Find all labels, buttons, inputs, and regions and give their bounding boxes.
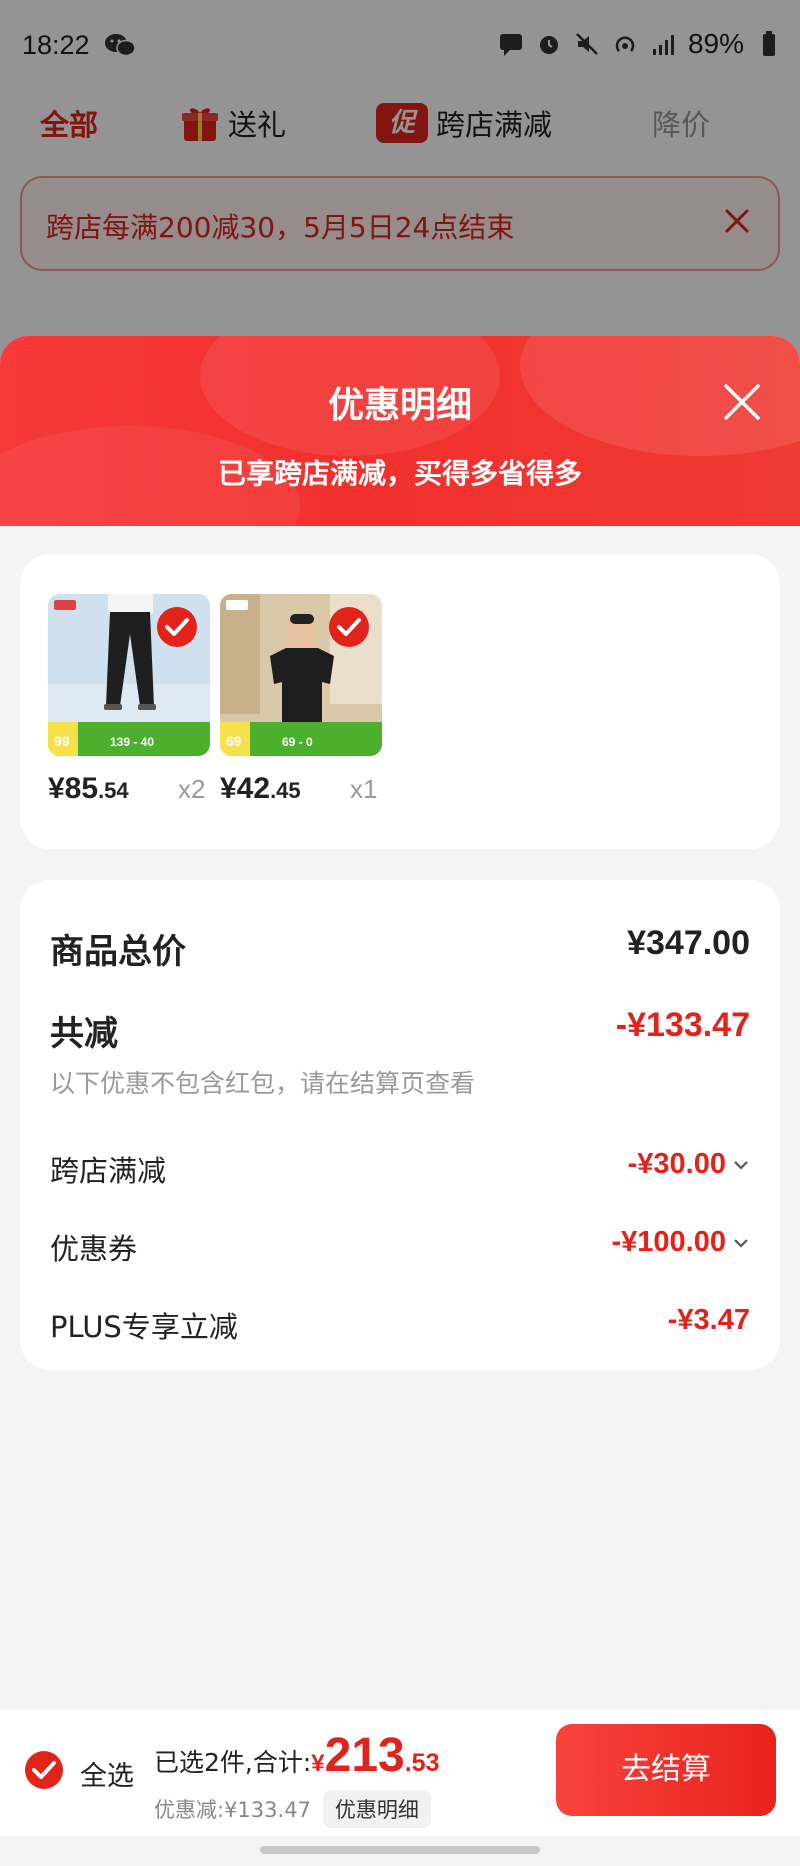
discount-label: PLUS专享立减 xyxy=(50,1310,238,1344)
summary-label: 共减 xyxy=(50,1014,118,1054)
sheet-title: 优惠明细 xyxy=(327,385,472,426)
sheet-header: 优惠明细 已享跨店满减，买得多省得多 xyxy=(0,336,800,526)
summary-value: -¥133.47 xyxy=(615,1006,750,1044)
discount-text: 优惠减:¥133.47 xyxy=(154,1798,311,1822)
close-icon[interactable] xyxy=(720,380,764,424)
home-indicator[interactable] xyxy=(260,1846,540,1854)
products-card: 99 139 - 40 ¥85.54 x2 69 69 - 0 ¥42.45 x… xyxy=(20,554,780,849)
discount-label: 优惠券 xyxy=(50,1232,138,1266)
discount-value: -¥100.00 xyxy=(612,1226,751,1259)
price-summary-card: 商品总价 ¥347.00 共减 -¥133.47 以下优惠不包含红包，请在结算页… xyxy=(20,880,780,1370)
chevron-down-icon[interactable] xyxy=(732,1237,750,1249)
discount-detail-sheet: 优惠明细 已享跨店满减，买得多省得多 99 139 - 40 ¥85.54 x2… xyxy=(0,336,800,1866)
total-currency: ¥ xyxy=(311,1750,325,1777)
banner-price: 99 xyxy=(54,733,70,749)
product-quantity: x2 xyxy=(178,774,206,804)
price-decimal: .54 xyxy=(98,778,129,803)
check-circle-icon[interactable] xyxy=(24,1750,64,1790)
check-circle-icon[interactable] xyxy=(328,606,370,648)
discount-row-cross-store[interactable]: 跨店满减 -¥30.00 xyxy=(50,1148,750,1188)
banner-discount: 139 - 40 xyxy=(110,735,154,749)
summary-value: ¥347.00 xyxy=(627,924,750,962)
discount-value: -¥3.47 xyxy=(668,1304,750,1337)
chevron-down-icon[interactable] xyxy=(732,1159,750,1171)
note-text: 以下优惠不包含红包，请在结算页查看 xyxy=(50,1069,476,1098)
price-integer: ¥42 xyxy=(220,772,271,805)
discount-row-coupon[interactable]: 优惠券 -¥100.00 xyxy=(50,1226,750,1266)
discount-label: 跨店满减 xyxy=(50,1154,167,1188)
product-price: ¥85.54 xyxy=(48,772,129,806)
total-integer: 213 xyxy=(324,1729,405,1782)
sheet-subtitle: 已享跨店满减，买得多省得多 xyxy=(217,457,582,490)
summary-label: 商品总价 xyxy=(50,932,186,972)
total-prefix: 已选2件,合计: xyxy=(154,1748,312,1777)
discount-detail-button[interactable]: 优惠明细 xyxy=(322,1790,431,1828)
checkout-button[interactable]: 去结算 xyxy=(556,1724,776,1816)
price-decimal: .45 xyxy=(270,778,301,803)
summary-row-reduce: 共减 -¥133.47 xyxy=(50,1006,750,1054)
price-integer: ¥85 xyxy=(48,772,99,805)
discount-amount: -¥3.47 xyxy=(667,1304,750,1336)
banner-price: 69 xyxy=(226,733,242,749)
discount-summary: 优惠减:¥133.47 优惠明细 xyxy=(154,1790,431,1828)
product-price: ¥42.45 xyxy=(220,772,301,806)
banner-discount: 69 - 0 xyxy=(282,735,313,749)
total-decimal: .53 xyxy=(404,1749,440,1777)
discount-row-plus: PLUS专享立减 -¥3.47 xyxy=(50,1304,750,1344)
summary-row-total: 商品总价 ¥347.00 xyxy=(50,924,750,972)
checkout-bar: 全选 已选2件,合计: ¥ 213 .53 优惠减:¥133.47 优惠明细 去… xyxy=(0,1710,800,1836)
discount-value: -¥30.00 xyxy=(628,1148,750,1181)
summary-note: 以下优惠不包含红包，请在结算页查看 xyxy=(50,1064,750,1100)
discount-amount: -¥30.00 xyxy=(627,1148,726,1180)
select-all-label[interactable]: 全选 xyxy=(80,1754,134,1793)
check-circle-icon[interactable] xyxy=(156,606,198,648)
discount-amount: -¥100.00 xyxy=(611,1226,727,1258)
total-price: 已选2件,合计: ¥ 213 .53 xyxy=(154,1728,440,1783)
product-quantity: x1 xyxy=(350,774,378,804)
